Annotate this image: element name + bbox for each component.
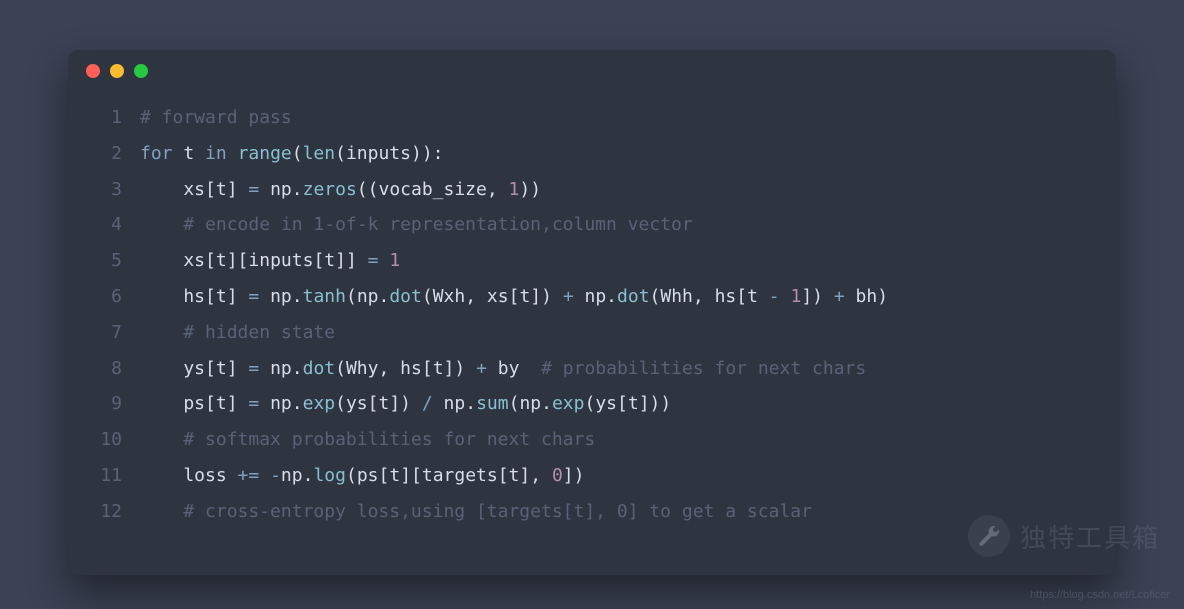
code-line: 5 xs[t][inputs[t]] = 1 <box>68 243 1116 279</box>
code-line: 4 # encode in 1-of-k representation,colu… <box>68 207 1116 243</box>
line-number: 9 <box>68 386 140 422</box>
code-content: xs[t] = np.zeros((vocab_size, 1)) <box>140 172 1116 208</box>
code-content: # encode in 1-of-k representation,column… <box>140 207 1116 243</box>
line-number: 5 <box>68 243 140 279</box>
close-icon[interactable] <box>86 64 100 78</box>
code-content: xs[t][inputs[t]] = 1 <box>140 243 1116 279</box>
line-number: 11 <box>68 458 140 494</box>
line-number: 12 <box>68 494 140 530</box>
code-line: 7 # hidden state <box>68 315 1116 351</box>
line-number: 1 <box>68 100 140 136</box>
line-number: 8 <box>68 351 140 387</box>
source-url: https://blog.csdn.net/Lcoficer <box>1030 589 1170 601</box>
line-number: 2 <box>68 136 140 172</box>
line-number: 10 <box>68 422 140 458</box>
code-content: for t in range(len(inputs)): <box>140 136 1116 172</box>
line-number: 6 <box>68 279 140 315</box>
code-line: 10 # softmax probabilities for next char… <box>68 422 1116 458</box>
code-content: ps[t] = np.exp(ys[t]) / np.sum(np.exp(ys… <box>140 386 1116 422</box>
code-content: hs[t] = np.tanh(np.dot(Wxh, xs[t]) + np.… <box>140 279 1116 315</box>
line-number: 4 <box>68 207 140 243</box>
code-content: # forward pass <box>140 100 1116 136</box>
code-line: 8 ys[t] = np.dot(Why, hs[t]) + by # prob… <box>68 351 1116 387</box>
code-line: 3 xs[t] = np.zeros((vocab_size, 1)) <box>68 172 1116 208</box>
code-line: 1# forward pass <box>68 100 1116 136</box>
code-line: 9 ps[t] = np.exp(ys[t]) / np.sum(np.exp(… <box>68 386 1116 422</box>
code-line: 2for t in range(len(inputs)): <box>68 136 1116 172</box>
code-line: 11 loss += -np.log(ps[t][targets[t], 0]) <box>68 458 1116 494</box>
maximize-icon[interactable] <box>134 64 148 78</box>
code-content: # softmax probabilities for next chars <box>140 422 1116 458</box>
minimize-icon[interactable] <box>110 64 124 78</box>
code-window: 1# forward pass2for t in range(len(input… <box>68 50 1116 575</box>
line-number: 3 <box>68 172 140 208</box>
code-line: 12 # cross-entropy loss,using [targets[t… <box>68 494 1116 530</box>
code-line: 6 hs[t] = np.tanh(np.dot(Wxh, xs[t]) + n… <box>68 279 1116 315</box>
code-content: # hidden state <box>140 315 1116 351</box>
titlebar <box>68 50 1116 92</box>
code-content: loss += -np.log(ps[t][targets[t], 0]) <box>140 458 1116 494</box>
code-content: # cross-entropy loss,using [targets[t], … <box>140 494 1116 530</box>
code-area: 1# forward pass2for t in range(len(input… <box>68 92 1116 530</box>
code-content: ys[t] = np.dot(Why, hs[t]) + by # probab… <box>140 351 1116 387</box>
line-number: 7 <box>68 315 140 351</box>
